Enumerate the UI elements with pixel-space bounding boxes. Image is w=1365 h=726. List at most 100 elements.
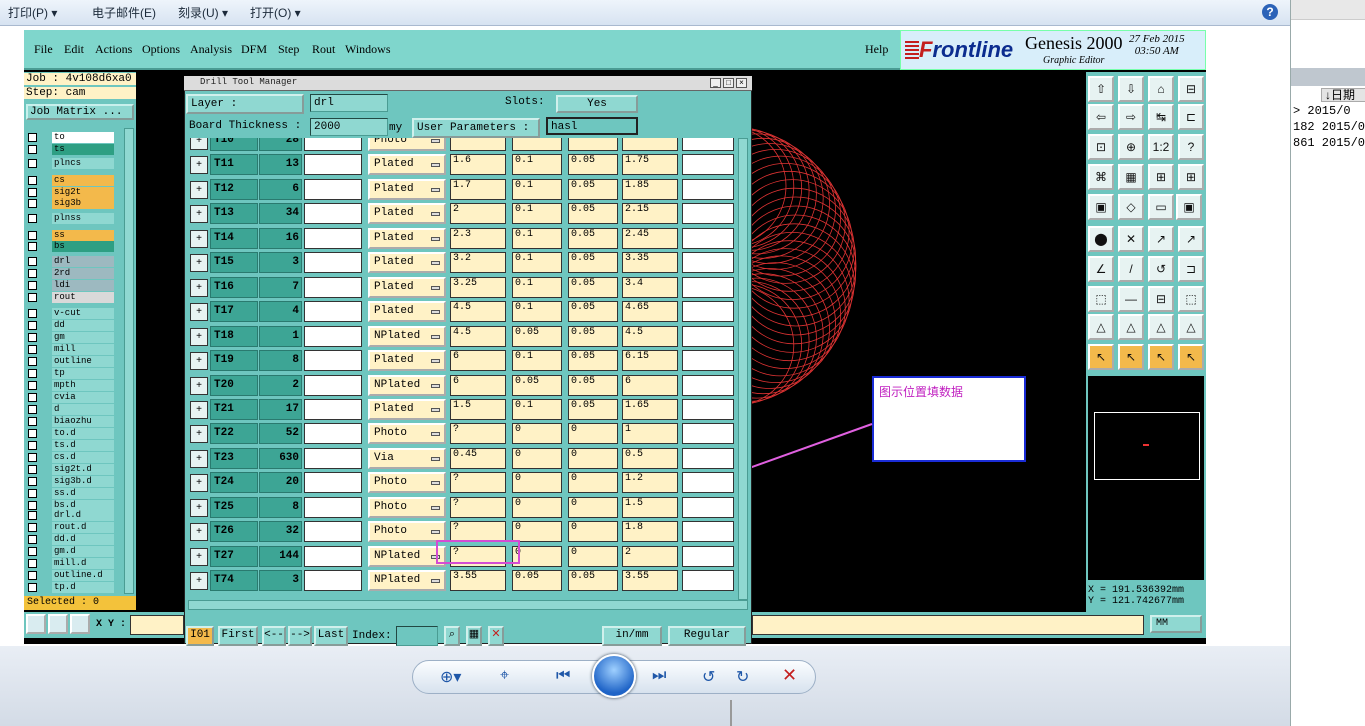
layer-checkbox[interactable] — [28, 511, 37, 520]
finish-size-field[interactable] — [304, 325, 362, 347]
overview-map[interactable] — [1088, 376, 1204, 580]
menu-options[interactable]: Options — [142, 42, 180, 57]
menu-help[interactable]: Help — [865, 42, 888, 57]
layer-row[interactable]: sig2t — [28, 187, 116, 198]
layer-row[interactable]: 2rd — [28, 268, 116, 279]
type-select[interactable]: Via — [368, 447, 446, 469]
value-field[interactable]: 0 — [512, 472, 562, 494]
value-field[interactable]: 1.6 — [450, 154, 506, 176]
value-field[interactable]: 0 — [512, 496, 562, 518]
layer-row[interactable]: cs.d — [28, 452, 116, 463]
finish-size-field[interactable] — [304, 154, 362, 176]
layer-row[interactable]: ss — [28, 230, 116, 241]
maximize-icon[interactable]: □ — [723, 78, 734, 88]
value-field[interactable]: 0.05 — [568, 301, 618, 323]
expand-icon[interactable]: + — [190, 547, 208, 566]
tool-button-icon[interactable]: ⊕ — [1118, 134, 1144, 160]
table-row[interactable]: + T20 2 NPlated 6 0.05 0.05 6 — [188, 373, 736, 397]
table-row[interactable]: + T14 16 Plated 2.3 0.1 0.05 2.45 — [188, 226, 736, 250]
first-button[interactable]: First — [218, 626, 258, 646]
type-select[interactable]: Plated — [368, 227, 446, 249]
layer-checkbox[interactable] — [28, 465, 37, 474]
layer-checkbox[interactable] — [28, 441, 37, 450]
value-field[interactable]: 3.55 — [622, 570, 678, 592]
xy-input[interactable] — [130, 615, 184, 635]
next-icon[interactable]: ⏭ — [652, 667, 666, 685]
value-field[interactable]: 0 — [568, 447, 618, 469]
tool-button-icon[interactable]: ↖ — [1118, 344, 1144, 370]
tool-button-icon[interactable]: △ — [1088, 314, 1114, 340]
layer-row[interactable]: to.d — [28, 428, 116, 439]
layer-row[interactable]: gm — [28, 332, 116, 343]
zoom-area-icon[interactable] — [26, 614, 46, 634]
tool-button-icon[interactable]: / — [1118, 256, 1144, 282]
value-field[interactable]: 0 — [512, 447, 562, 469]
value-field[interactable]: 0.05 — [568, 203, 618, 225]
table-row[interactable]: + T25 8 Photo? 0 0 1.5 — [188, 495, 736, 519]
layer-row[interactable]: mpth — [28, 380, 116, 391]
value-field[interactable]: 3.4 — [622, 276, 678, 298]
value-field[interactable]: 0 — [568, 423, 618, 445]
tool-button-icon[interactable]: ⬚ — [1088, 286, 1114, 312]
value-field[interactable]: 0.5 — [622, 447, 678, 469]
table-vscrollbar[interactable] — [738, 138, 748, 600]
extra-field[interactable] — [682, 138, 734, 151]
tool-button-icon[interactable]: ▭ — [1148, 194, 1174, 220]
file-row[interactable]: 861 2015/0 — [1293, 136, 1365, 150]
search-icon[interactable]: ⌕ — [444, 626, 460, 646]
finish-size-field[interactable] — [304, 227, 362, 249]
layer-row[interactable]: cs — [28, 175, 116, 186]
extra-field[interactable] — [682, 325, 734, 347]
tool-button-icon[interactable]: — — [1118, 286, 1144, 312]
type-select[interactable]: Plated — [368, 178, 446, 200]
layer-checkbox[interactable] — [28, 357, 37, 366]
layer-checkbox[interactable] — [28, 571, 37, 580]
tool-button-icon[interactable]: ⇦ — [1088, 104, 1114, 130]
value-field[interactable]: 0.05 — [568, 276, 618, 298]
measure-icon[interactable] — [48, 614, 68, 634]
layer-row[interactable]: ss.d — [28, 488, 116, 499]
table-row[interactable]: + T11 13 Plated 1.6 0.1 0.05 1.75 — [188, 152, 736, 176]
table-row[interactable]: + T19 8 Plated 6 0.1 0.05 6.15 — [188, 348, 736, 372]
value-field[interactable]: 0.001 — [622, 138, 678, 151]
tool-button-icon[interactable]: ↖ — [1148, 344, 1174, 370]
table-hscrollbar[interactable] — [188, 600, 748, 610]
layer-checkbox[interactable] — [28, 257, 37, 266]
tool-button-icon[interactable]: △ — [1178, 314, 1204, 340]
tool-button-icon[interactable]: ⇩ — [1118, 76, 1144, 102]
layer-checkbox[interactable] — [28, 405, 37, 414]
expand-icon[interactable]: + — [190, 327, 208, 346]
finish-size-field[interactable] — [304, 178, 362, 200]
value-field[interactable]: 0.05 — [568, 350, 618, 372]
value-field[interactable]: 0.05 — [568, 154, 618, 176]
finish-size-field[interactable] — [304, 545, 362, 567]
extra-field[interactable] — [682, 178, 734, 200]
tool-button-icon[interactable]: ↹ — [1148, 104, 1174, 130]
delete-image-icon[interactable]: ✕ — [782, 665, 797, 686]
expand-icon[interactable]: + — [190, 303, 208, 322]
layer-checkbox[interactable] — [28, 453, 37, 462]
finish-size-field[interactable] — [304, 203, 362, 225]
layer-checkbox[interactable] — [28, 199, 37, 208]
tool-button-icon[interactable]: ◇ — [1118, 194, 1144, 220]
tool-button-icon[interactable]: ⊞ — [1178, 164, 1204, 190]
expand-icon[interactable]: + — [190, 138, 208, 150]
layer-checkbox[interactable] — [28, 345, 37, 354]
value-field[interactable]: 6.15 — [622, 350, 678, 372]
layer-checkbox[interactable] — [28, 231, 37, 240]
expand-icon[interactable]: + — [190, 156, 208, 175]
menu-windows[interactable]: Windows — [345, 42, 391, 57]
value-field[interactable]: 2.15 — [622, 203, 678, 225]
value-field[interactable]: 4.65 — [622, 301, 678, 323]
tool-button-icon[interactable]: ⌂ — [1148, 76, 1174, 102]
expand-icon[interactable]: + — [190, 572, 208, 591]
value-field[interactable]: 2.3 — [450, 227, 506, 249]
layer-row[interactable]: drl — [28, 256, 116, 267]
value-field[interactable]: ? — [450, 138, 506, 151]
layer-row[interactable]: plncs — [28, 158, 116, 169]
table-row[interactable]: + T22 52 Photo? 0 0 1 — [188, 421, 736, 445]
layer-checkbox[interactable] — [28, 429, 37, 438]
layer-row[interactable]: sig3b — [28, 198, 116, 209]
extra-field[interactable] — [682, 350, 734, 372]
slots-select[interactable]: Yes — [556, 95, 638, 113]
